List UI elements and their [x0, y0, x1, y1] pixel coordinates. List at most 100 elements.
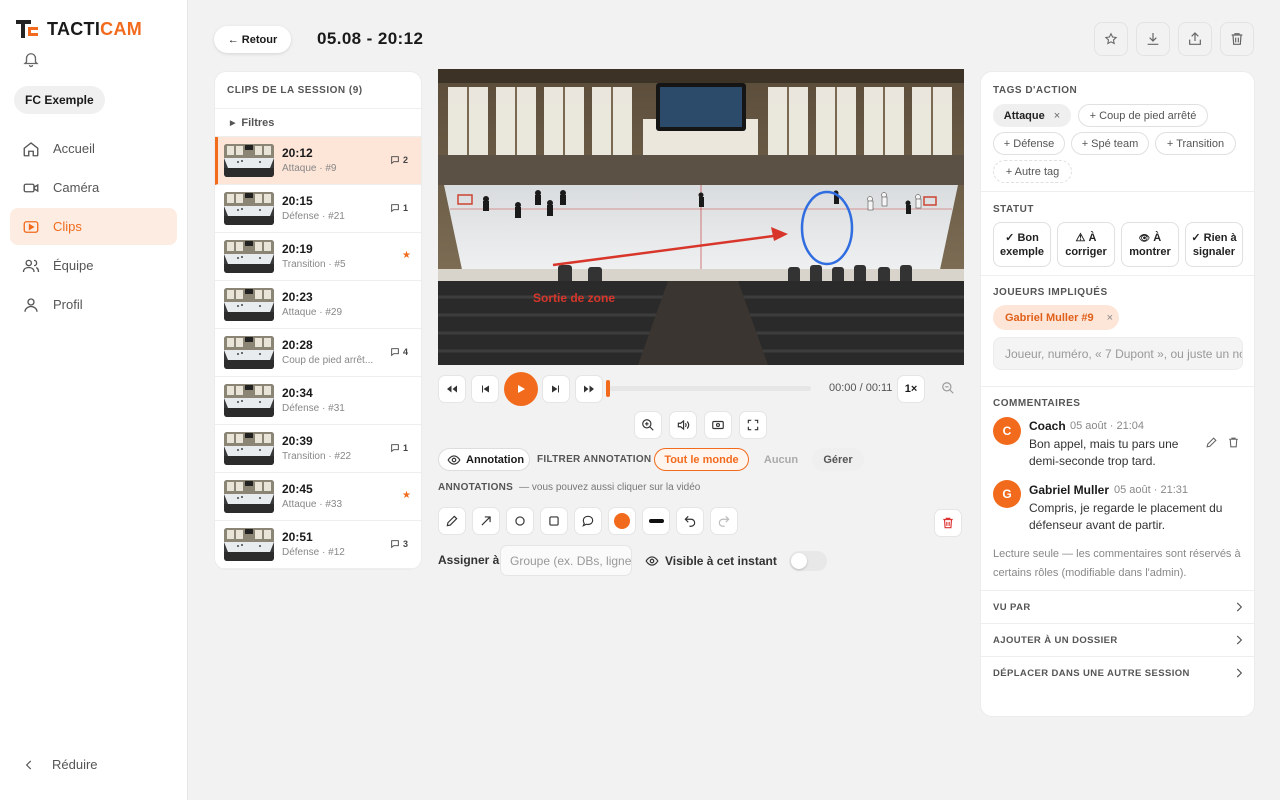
comment-tool-button[interactable] — [574, 507, 602, 535]
comment-icon — [391, 348, 399, 357]
circle-tool-button[interactable] — [506, 507, 534, 535]
player-search-input[interactable] — [993, 337, 1243, 370]
clip-row[interactable]: 20:19 Transition · #5 ★ — [215, 233, 421, 281]
share-button[interactable] — [1178, 22, 1212, 56]
clip-row[interactable]: 20:28 Coup de pied arrêt... 4 — [215, 329, 421, 377]
sidebar-item-profil[interactable]: Profil — [10, 286, 177, 323]
playback-speed-button[interactable]: 1× — [897, 375, 925, 403]
clip-row[interactable]: 20:39 Transition · #22 1 — [215, 425, 421, 473]
captions-icon — [712, 420, 724, 430]
delete-clip-button[interactable] — [1220, 22, 1254, 56]
comment-icon — [391, 444, 399, 453]
stroke-width-button[interactable] — [642, 507, 670, 535]
clip-info: 20:12 Attaque · #9 — [282, 146, 336, 176]
filter-everyone-chip[interactable]: Tout le monde — [654, 448, 749, 471]
clip-row[interactable]: 20:12 Attaque · #9 2 — [215, 137, 421, 185]
seen-by-row[interactable]: VU PAR — [981, 590, 1254, 623]
tag-defense[interactable]: + Défense — [993, 132, 1065, 155]
arrow-tool-button[interactable] — [472, 507, 500, 535]
app-logo[interactable]: TACTICAM — [14, 18, 142, 40]
clip-time: 20:19 — [282, 241, 313, 256]
progress-handle[interactable] — [606, 380, 610, 397]
visible-now-toggle[interactable] — [788, 551, 827, 571]
play-button[interactable] — [504, 372, 538, 406]
filters-toggle[interactable]: ▶ Filtres — [215, 109, 421, 137]
rewind-button[interactable] — [438, 375, 466, 403]
fullscreen-button[interactable] — [739, 411, 767, 439]
next-button[interactable] — [542, 375, 570, 403]
favorite-button[interactable] — [1094, 22, 1128, 56]
status-a-montrer[interactable]: 👁 Àmontrer — [1121, 222, 1179, 267]
tag-coup-de-pied[interactable]: + Coup de pied arrêté — [1078, 104, 1208, 127]
manage-filters-button[interactable]: Gérer — [812, 448, 864, 471]
pen-tool-button[interactable] — [438, 507, 466, 535]
eye-icon: 👁 — [1138, 232, 1151, 243]
warning-icon: ⚠ — [1075, 231, 1086, 244]
team-selector[interactable]: FC Exemple — [14, 86, 105, 114]
clip-row[interactable]: 20:23 Attaque · #29 — [215, 281, 421, 329]
tag-transition[interactable]: + Transition — [1155, 132, 1236, 155]
chevron-right-icon — [1236, 635, 1243, 645]
player-chip[interactable]: Gabriel Muller #9 × — [993, 305, 1119, 330]
comment-icon — [391, 540, 399, 549]
fast-forward-button[interactable] — [575, 375, 603, 403]
status-a-corriger[interactable]: ⚠ Àcorriger — [1057, 222, 1115, 267]
add-to-folder-row[interactable]: AJOUTER À UN DOSSIER — [981, 623, 1254, 656]
rectangle-tool-button[interactable] — [540, 507, 568, 535]
star-icon — [1104, 32, 1118, 45]
clip-row[interactable]: 20:45 Attaque · #33 ★ — [215, 473, 421, 521]
zoom-in-button[interactable] — [634, 411, 662, 439]
redo-button[interactable] — [710, 507, 738, 535]
clip-row[interactable]: 20:51 Défense · #12 3 — [215, 521, 421, 569]
download-icon — [1147, 33, 1159, 45]
comment-author: Coach — [1029, 419, 1066, 433]
status-rien-a-signaler[interactable]: ✓ Rien à signaler — [1185, 222, 1243, 267]
delete-comment-button[interactable] — [1227, 436, 1240, 449]
move-session-row[interactable]: DÉPLACER DANS UNE AUTRE SESSION — [981, 656, 1254, 689]
bell-icon[interactable] — [22, 50, 40, 68]
check-icon: ✓ — [1191, 231, 1201, 244]
clear-annotations-button[interactable] — [934, 509, 962, 537]
clip-thumbnail — [224, 480, 274, 513]
captions-button[interactable] — [704, 411, 732, 439]
clip-thumbnail — [224, 528, 274, 561]
edit-comment-button[interactable] — [1205, 436, 1218, 449]
add-custom-tag[interactable]: + Autre tag — [993, 160, 1072, 183]
clip-thumbnail — [224, 144, 274, 177]
status-bon-exemple[interactable]: ✓ Bon exemple — [993, 222, 1051, 267]
annotation-toggle[interactable]: Annotation — [438, 448, 530, 471]
sidebar-item-accueil[interactable]: Accueil — [10, 130, 177, 167]
sidebar-item-equipe[interactable]: Équipe — [10, 247, 177, 284]
status-line2: corriger — [1065, 245, 1107, 258]
visible-now-row: Visible à cet instant — [645, 551, 827, 571]
back-button[interactable]: ← Retour — [214, 26, 291, 53]
clip-row[interactable]: 20:34 Défense · #31 — [215, 377, 421, 425]
progress-bar[interactable] — [606, 380, 811, 397]
secondary-controls — [634, 411, 767, 439]
clip-time: 20:39 — [282, 433, 313, 448]
video-frame[interactable]: Sortie de zone — [438, 69, 964, 365]
download-button[interactable] — [1136, 22, 1170, 56]
comment-count-badge: 2 — [390, 155, 408, 165]
video-player[interactable]: Sortie de zone — [438, 69, 964, 365]
undo-button[interactable] — [676, 507, 704, 535]
remove-player-icon[interactable]: × — [1107, 312, 1113, 324]
play-icon — [518, 385, 525, 393]
color-swatch-icon — [614, 513, 630, 529]
color-picker-button[interactable] — [608, 507, 636, 535]
comment-icon — [391, 156, 399, 165]
previous-button[interactable] — [471, 375, 499, 403]
collapse-sidebar-button[interactable]: Réduire — [22, 757, 98, 772]
clip-subtitle: Transition · #5 — [282, 258, 346, 270]
zoom-out-button[interactable] — [941, 381, 955, 395]
tag-attaque[interactable]: Attaque × — [993, 104, 1071, 127]
remove-tag-icon[interactable]: × — [1054, 110, 1060, 122]
filter-none-chip[interactable]: Aucun — [754, 448, 808, 471]
tag-spe-team[interactable]: + Spé team — [1071, 132, 1149, 155]
sidebar-item-camera[interactable]: Caméra — [10, 169, 177, 206]
assign-group-input[interactable] — [500, 545, 632, 576]
comment-count: 2 — [402, 155, 408, 165]
volume-button[interactable] — [669, 411, 697, 439]
sidebar-item-clips[interactable]: Clips — [10, 208, 177, 245]
clip-row[interactable]: 20:15 Défense · #21 1 — [215, 185, 421, 233]
